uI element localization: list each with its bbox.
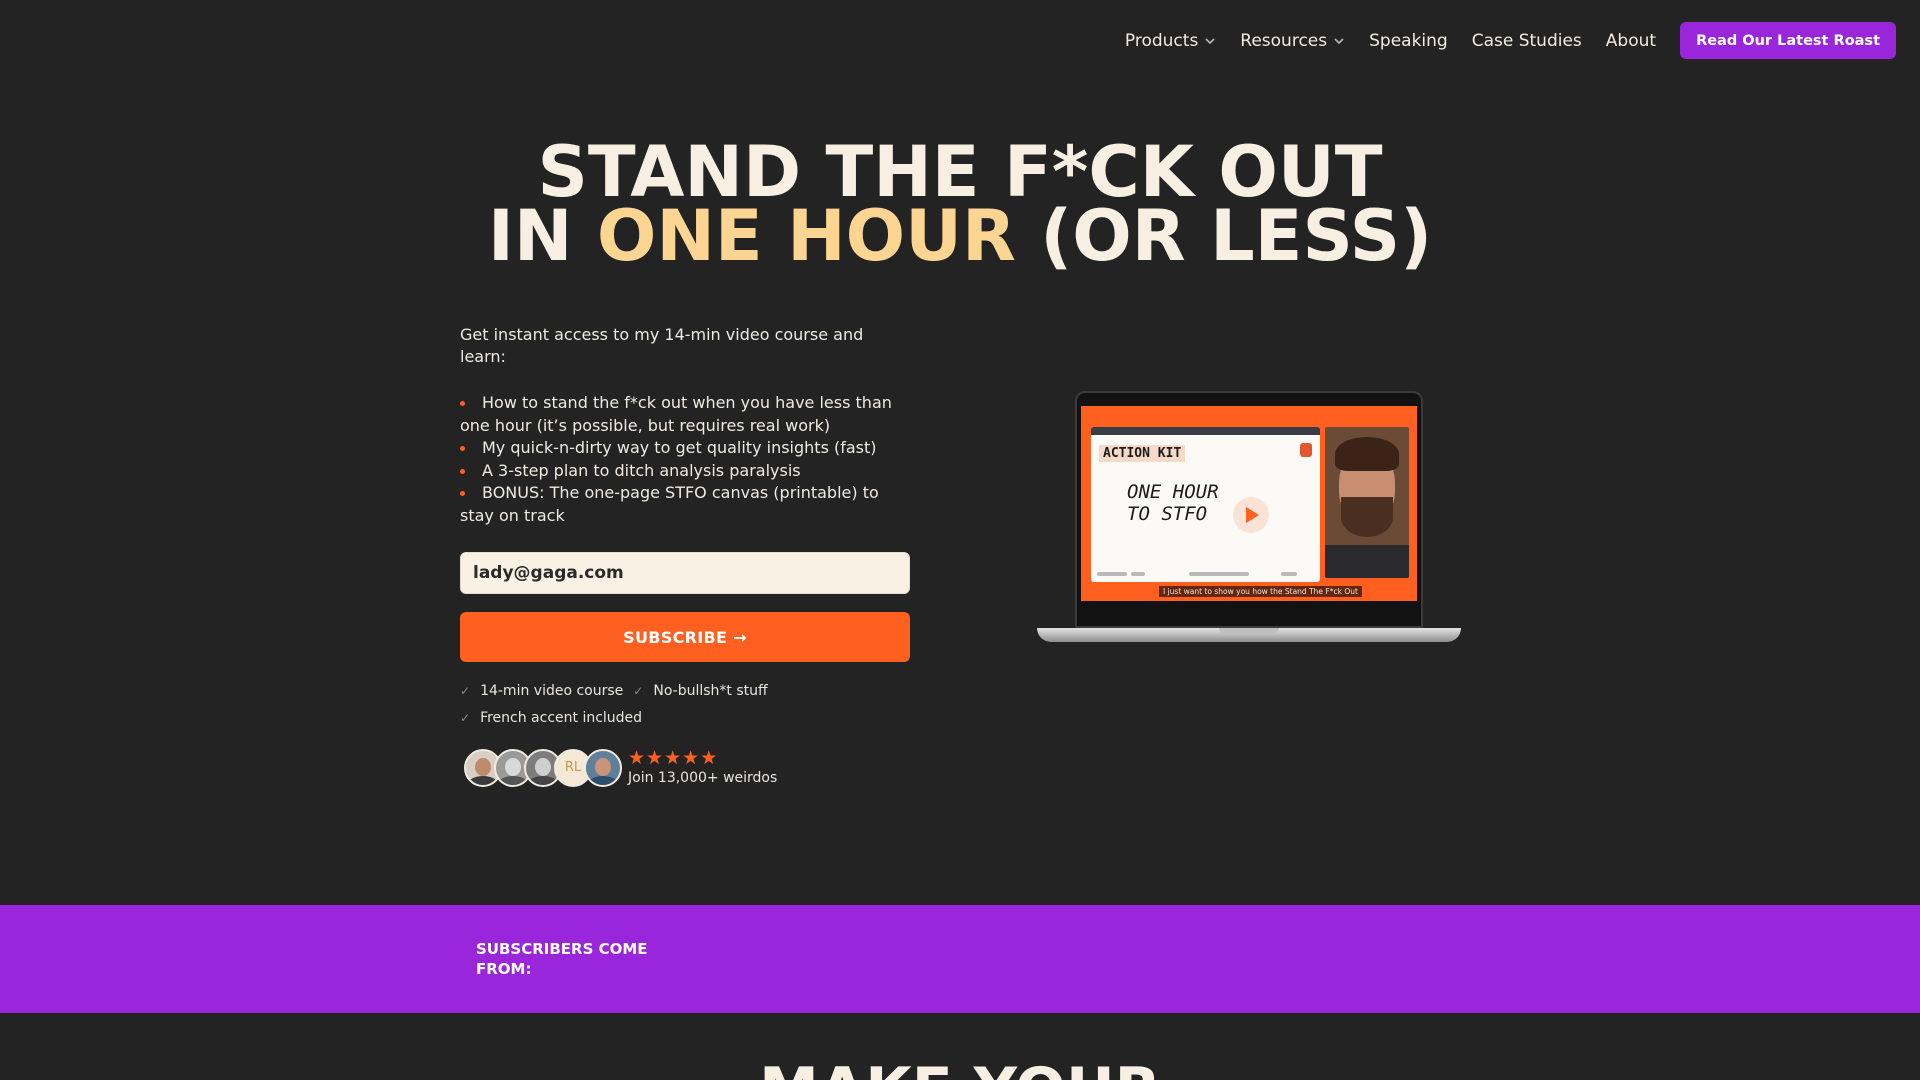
join-count-text: Join 13,000+ weirdos bbox=[628, 770, 778, 786]
headline-post: (OR LESS) bbox=[1015, 195, 1433, 277]
read-latest-roast-button[interactable]: Read Our Latest Roast bbox=[1680, 22, 1896, 59]
nav-products[interactable]: Products bbox=[1125, 31, 1216, 51]
check-icon: ✓ bbox=[460, 711, 471, 725]
avatar-stack: RL bbox=[460, 748, 622, 787]
list-item: My quick-n-dirty way to get quality insi… bbox=[460, 437, 910, 460]
subscribers-band: SUBSCRIBERS COME FROM: bbox=[0, 905, 1920, 1013]
nav-resources[interactable]: Resources bbox=[1240, 31, 1345, 51]
star-icon: ★ bbox=[664, 747, 683, 769]
video-caption: I just want to show you how the Stand Th… bbox=[1159, 586, 1362, 597]
top-nav: Products Resources Speaking Case Studies… bbox=[1125, 22, 1896, 59]
slide-title-line-2: TO STFO bbox=[1127, 503, 1208, 525]
nav-resources-label: Resources bbox=[1240, 30, 1328, 51]
slide-title: ONE HOUR TO STFO bbox=[1127, 481, 1219, 525]
slide-controls bbox=[1097, 572, 1313, 578]
list-item: A 3-step plan to ditch analysis paralysi… bbox=[460, 460, 910, 483]
chevron-down-icon bbox=[1205, 37, 1215, 44]
nav-speaking[interactable]: Speaking bbox=[1369, 31, 1448, 51]
slide-tag: ACTION KIT bbox=[1099, 445, 1186, 462]
star-icon: ★ bbox=[628, 747, 647, 769]
list-item: BONUS: The one-page STFO canvas (printab… bbox=[460, 482, 910, 527]
nav-case-studies-label: Case Studies bbox=[1471, 30, 1582, 51]
hero-headline: STAND THE F*CK OUT IN ONE HOUR (OR LESS) bbox=[0, 137, 1920, 271]
check-label: No-bullsh*t stuff bbox=[653, 683, 768, 699]
video-laptop-mockup[interactable]: ACTION KIT ONE HOUR TO STFO I just want … bbox=[1037, 391, 1461, 643]
nav-case-studies[interactable]: Case Studies bbox=[1472, 31, 1582, 51]
check-item: ✓ No-bullsh*t stuff bbox=[633, 678, 767, 705]
play-icon bbox=[1246, 507, 1259, 523]
nav-about-label: About bbox=[1605, 30, 1657, 51]
subscribers-come-from-label: SUBSCRIBERS COME FROM: bbox=[476, 940, 648, 978]
subscribe-button[interactable]: SUBSCRIBE → bbox=[460, 612, 910, 662]
slide-title-line-1: ONE HOUR bbox=[1127, 481, 1219, 503]
headline-line-2: IN ONE HOUR (OR LESS) bbox=[0, 201, 1920, 271]
benefit-list: How to stand the f*ck out when you have … bbox=[460, 392, 910, 527]
check-label: 14-min video course bbox=[480, 683, 624, 699]
headline-pre: IN bbox=[487, 195, 597, 277]
nav-products-label: Products bbox=[1124, 30, 1199, 51]
check-item: ✓ French accent included bbox=[460, 705, 642, 732]
intro-text: Get instant access to my 14-min video co… bbox=[460, 325, 864, 366]
video-slide: ACTION KIT ONE HOUR TO STFO bbox=[1091, 427, 1320, 582]
check-icon: ✓ bbox=[633, 684, 644, 698]
nav-speaking-label: Speaking bbox=[1369, 30, 1448, 51]
check-label: French accent included bbox=[480, 710, 643, 726]
social-proof: RL ★★★★★ Join 13,000+ weirdos bbox=[460, 748, 910, 787]
signup-column: Get instant access to my 14-min video co… bbox=[460, 324, 910, 787]
star-rating: ★★★★★ bbox=[628, 748, 777, 768]
video-player[interactable]: ACTION KIT ONE HOUR TO STFO I just want … bbox=[1081, 406, 1417, 601]
nav-about[interactable]: About bbox=[1606, 31, 1656, 51]
headline-highlight: ONE HOUR bbox=[596, 195, 1016, 277]
star-icon: ★ bbox=[646, 747, 665, 769]
check-icon: ✓ bbox=[460, 684, 471, 698]
star-icon: ★ bbox=[682, 747, 701, 769]
rating-block: ★★★★★ Join 13,000+ weirdos bbox=[628, 748, 777, 787]
play-button[interactable] bbox=[1233, 497, 1269, 533]
laptop-screen-frame: ACTION KIT ONE HOUR TO STFO I just want … bbox=[1075, 391, 1423, 628]
list-item: How to stand the f*ck out when you have … bbox=[460, 392, 910, 437]
check-item: ✓ 14-min video course bbox=[460, 678, 623, 705]
chevron-down-icon bbox=[1334, 37, 1344, 44]
logo-icon bbox=[1300, 443, 1312, 457]
star-icon: ★ bbox=[700, 747, 719, 769]
feature-checks: ✓ 14-min video course ✓ No-bullsh*t stuff … bbox=[460, 678, 790, 732]
avatar bbox=[584, 748, 622, 787]
laptop-notch bbox=[1219, 628, 1279, 633]
next-section-headline: MAKE YOUR bbox=[0, 1060, 1920, 1080]
email-field[interactable]: lady@gaga.com bbox=[460, 552, 910, 594]
presenter-webcam bbox=[1325, 427, 1409, 578]
